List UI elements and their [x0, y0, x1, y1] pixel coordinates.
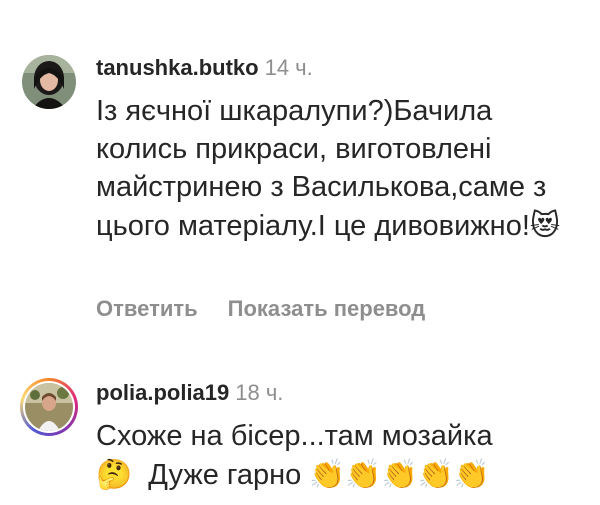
comment-actions: Ответить Показать перевод — [96, 296, 455, 322]
clapping-hands-emoji-icon: 👏👏👏👏👏 — [309, 457, 490, 491]
heart-eyes-cat-emoji-icon: 😻 — [529, 208, 561, 242]
timestamp: 14 ч. — [264, 55, 313, 80]
show-translation-button[interactable]: Показать перевод — [228, 296, 426, 321]
avatar-story-ring[interactable] — [20, 378, 78, 436]
comment-body: Із яєчної шкаралупи?)Бачила колись прикр… — [96, 95, 547, 242]
reply-button[interactable]: Ответить — [96, 296, 198, 321]
comment-text: Схоже на бісер...там мозайка 🤔 Дуже гарн… — [96, 417, 566, 494]
username[interactable]: tanushka.butko — [96, 55, 259, 80]
comment-body-2: Дуже гарно — [148, 459, 302, 491]
username[interactable]: polia.polia19 — [96, 380, 229, 405]
comment-body: Схоже на бісер...там мозайка — [96, 420, 493, 452]
thinking-face-emoji-icon: 🤔 — [96, 457, 133, 491]
comment-meta: polia.polia19 18 ч. — [96, 380, 283, 406]
comment-meta: tanushka.butko 14 ч. — [96, 55, 313, 81]
avatar[interactable] — [22, 55, 76, 109]
comment-text: Із яєчної шкаралупи?)Бачила колись прикр… — [96, 92, 566, 245]
timestamp: 18 ч. — [235, 380, 284, 405]
avatar — [25, 383, 73, 431]
